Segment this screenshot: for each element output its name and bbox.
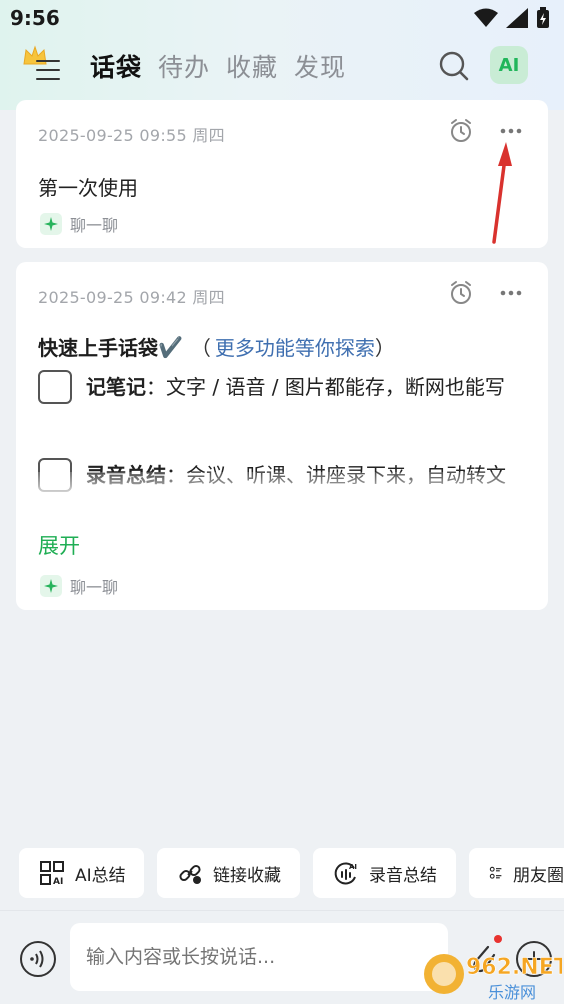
chat-button[interactable]: 聊一聊 [40,574,118,598]
list-icon [489,866,502,879]
note-text: 第一次使用 [38,176,138,200]
expand-button[interactable]: 展开 [38,530,80,560]
paren-open: （ [190,336,211,360]
watermark-logo: 962.NET 乐游网 [422,944,564,1004]
signal-icon [506,8,528,28]
svg-text:AI: AI [53,877,63,886]
tab-favorites[interactable]: 收藏 [226,48,278,84]
menu-button[interactable] [22,44,66,88]
note-card[interactable]: 2025-09-25 09:55 周四 第一次使用 聊一聊 [16,100,548,248]
record-summary-label: 录音总结 [369,865,437,886]
explore-link[interactable]: 更多功能等你探索 [215,332,375,361]
wifi-icon [474,8,498,27]
voice-icon [30,950,44,968]
checkmark-icon: ✔️ [158,334,183,359]
record-ai-icon: AI [334,862,357,885]
menu-icon [36,60,60,87]
search-button[interactable] [436,48,472,84]
alarm-icon[interactable] [448,118,474,144]
paren-close: ） [374,336,395,360]
note-date: 2025-09-25 09:42 周四 [38,288,225,307]
note-title: 快速上手话袋 ✔️ （ 更多功能等你探索 ） [38,332,395,361]
tab-bar: 话袋 待办 收藏 发现 [90,48,346,84]
alarm-icon[interactable] [448,280,474,306]
note-date: 2025-09-25 09:55 周四 [38,126,225,145]
app-header: 话袋 待办 收藏 发现 AI [0,40,564,92]
checklist-text: 记笔记：文字 / 语音 / 图片都能存，断网也能写 [86,366,526,408]
voice-button[interactable] [20,941,56,977]
chat-button[interactable]: 聊一聊 [40,212,118,236]
tab-discover[interactable]: 发现 [294,48,346,84]
watermark-brand: 962.NET [466,955,562,980]
note-title-bold: 快速上手话袋 [38,336,158,360]
sparkle-icon [40,575,62,597]
tab-huadai[interactable]: 话袋 [90,48,142,84]
message-input[interactable] [70,923,448,991]
more-icon[interactable] [498,118,524,144]
more-icon[interactable] [498,280,524,306]
sparkle-icon [40,213,62,235]
moments-label: 朋友圈 [513,865,564,886]
quick-actions-bar: AI AI总结 链接收藏 AI 录音总结 朋友圈 [0,848,564,898]
checkbox[interactable] [38,370,72,404]
notification-dot [494,935,502,943]
moments-button[interactable]: 朋友圈 [469,848,564,898]
fade-overlay [16,472,548,508]
tab-todo[interactable]: 待办 [158,48,210,84]
ai-summary-button[interactable]: AI AI总结 [19,848,144,898]
chat-label: 聊一聊 [70,578,119,597]
link-save-button[interactable]: 链接收藏 [157,848,300,898]
ai-summary-icon: AI [40,861,64,886]
search-icon [439,51,469,81]
link-icon [179,864,201,884]
record-summary-button[interactable]: AI 录音总结 [313,848,456,898]
watermark-sub: 乐游网 [488,983,536,1002]
status-icons [474,7,550,29]
status-bar: 9:56 [0,0,564,36]
status-time: 9:56 [10,6,60,30]
link-save-label: 链接收藏 [213,865,281,886]
chat-label: 聊一聊 [70,216,119,235]
checklist-desc: ：文字 / 语音 / 图片都能存，断网也能写 [146,375,505,399]
ai-summary-label: AI总结 [75,865,126,886]
battery-icon [537,7,549,28]
checklist-label: 记笔记 [86,375,146,399]
ai-button[interactable]: AI [490,46,528,84]
svg-text:AI: AI [349,863,357,871]
note-card[interactable]: 2025-09-25 09:42 周四 快速上手话袋 ✔️ （ 更多功能等你探索… [16,262,548,610]
